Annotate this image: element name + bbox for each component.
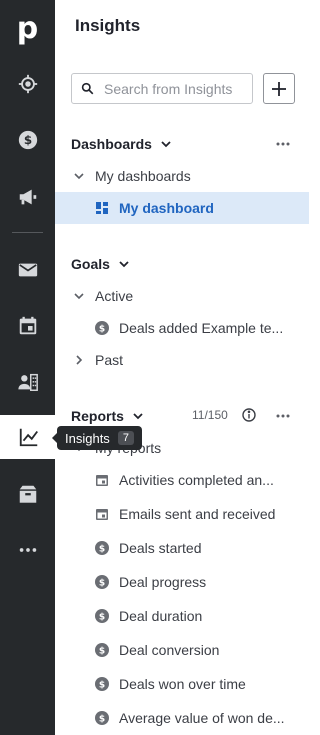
calendar-icon [96,509,108,520]
chevron-down-icon [74,173,84,180]
my-dashboards-label: My dashboards [95,168,191,184]
report-item[interactable]: $ Average value of won de... [55,702,309,734]
my-dashboards-group[interactable]: My dashboards [55,160,309,192]
goals-heading: Goals [71,256,110,272]
megaphone-icon [19,189,36,205]
insights-nav-button[interactable] [2,415,55,459]
svg-text:$: $ [99,579,105,589]
dashboards-section-header[interactable]: Dashboards [71,133,172,155]
dollar-icon: $ [95,541,109,555]
dollar-icon: $ [95,711,109,725]
insights-tooltip: Insights 7 [52,426,142,450]
tooltip-badge: 7 [117,431,134,445]
target-icon [18,74,37,94]
chevron-down-icon [74,293,84,300]
svg-text:$: $ [99,647,105,657]
dollar-icon: $ [95,575,109,589]
mail-nav-button[interactable] [0,248,55,292]
dashboards-more-button[interactable] [275,136,291,152]
left-navigation-rail: p $ [0,0,55,735]
active-label: Active [95,288,134,304]
leads-nav-button[interactable] [0,62,55,106]
plus-icon [272,81,286,96]
ellipsis-icon [276,414,290,418]
chart-icon [19,428,38,447]
chevron-down-icon [119,261,129,268]
chevron-right-icon [76,355,83,365]
report-item[interactable]: Activities completed an... [55,464,309,496]
report-item-label: Emails sent and received [119,506,276,522]
dollar-icon: $ [95,321,109,335]
info-icon[interactable] [242,408,256,422]
box-icon [19,485,36,503]
goal-item[interactable]: $ Deals added Example te... [55,312,309,344]
mail-icon [18,263,37,277]
deals-nav-button[interactable]: $ [0,118,55,162]
report-item-label: Deals won over time [119,676,246,692]
pipedrive-logo[interactable]: p [0,8,55,48]
goals-past-group[interactable]: Past [55,344,309,376]
dollar-icon: $ [95,677,109,691]
svg-text:$: $ [99,545,105,555]
activities-nav-button[interactable] [0,304,55,348]
insights-panel: Insights Dashboards My dashboards My das… [55,0,309,735]
report-item[interactable]: $ Deal duration [55,600,309,632]
chevron-down-icon [161,141,171,148]
svg-text:$: $ [99,681,105,691]
dollar-icon: $ [18,130,37,150]
report-item[interactable]: $ Deals won over time [55,668,309,700]
report-item-label: Deal conversion [119,642,220,658]
report-item[interactable]: $ Deal progress [55,566,309,598]
contacts-nav-button[interactable] [0,360,55,404]
report-item-label: Deal duration [119,608,203,624]
more-icon [19,548,36,552]
dashboard-item-my-dashboard[interactable]: My dashboard [55,192,309,224]
goals-active-group[interactable]: Active [55,280,309,312]
page-title: Insights [75,16,141,35]
reports-section-header[interactable]: Reports [71,405,144,427]
svg-text:$: $ [23,133,31,147]
report-item-label: Average value of won de... [119,710,285,726]
tooltip-label: Insights [65,430,110,446]
report-item[interactable]: $ Deal conversion [55,634,309,666]
reports-more-button[interactable] [275,408,291,424]
goals-section-header[interactable]: Goals [71,253,130,275]
dashboard-icon [96,202,108,214]
dashboard-item-label: My dashboard [119,200,214,216]
reports-heading: Reports [71,408,124,424]
report-item[interactable]: $ Deals started [55,532,309,564]
report-item-label: Deal progress [119,574,207,590]
svg-text:$: $ [99,715,105,725]
chevron-down-icon [133,413,143,420]
report-item-label: Deals started [119,540,202,556]
campaigns-nav-button[interactable] [0,175,55,219]
report-item[interactable]: Emails sent and received [55,498,309,530]
reports-counter: 11/150 [192,408,228,422]
svg-text:$: $ [99,325,105,335]
goal-item-label: Deals added Example te... [119,320,284,336]
dashboards-heading: Dashboards [71,136,152,152]
ellipsis-icon [276,142,290,146]
dollar-icon: $ [95,643,109,657]
add-button[interactable] [263,73,295,104]
contacts-icon [17,373,38,391]
report-item-label: Activities completed an... [119,472,274,488]
calendar-icon [96,475,108,486]
rail-divider [12,232,43,233]
search-input[interactable] [104,80,244,97]
search-icon [81,82,94,95]
products-nav-button[interactable] [0,472,55,516]
past-label: Past [95,352,124,368]
dollar-icon: $ [95,609,109,623]
svg-text:$: $ [99,613,105,623]
calendar-icon [19,316,36,335]
more-nav-button[interactable] [0,528,55,572]
search-box[interactable] [71,73,253,104]
